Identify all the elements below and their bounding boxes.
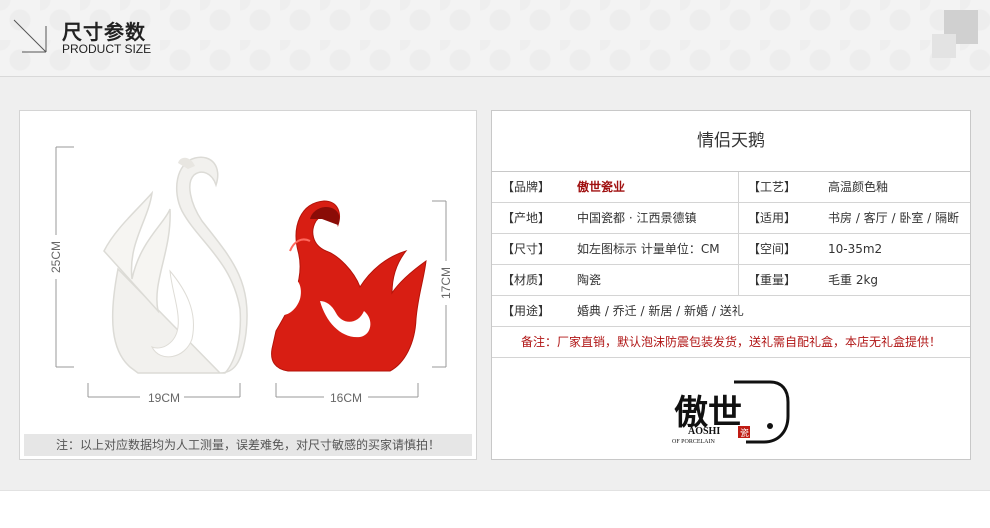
product-photo-panel: 25CM 19CM 17CM 16CM 注：以上对应数据均为人工测量，误差难免，… (19, 110, 477, 460)
material-value: 陶瓷 (577, 273, 602, 287)
space-value: 10-35m2 (828, 242, 883, 256)
bottom-band (0, 490, 990, 528)
brand-label: 【品牌】 (502, 180, 551, 194)
width-label-white: 19CM (148, 391, 180, 405)
aoshi-logo: 傲世 AOSHI OF PORCELAIN 瓷 (672, 380, 790, 445)
suitable-value: 书房 / 客厅 / 卧室 / 隔断 (828, 211, 960, 225)
width-label-red: 16CM (330, 391, 362, 405)
size-label: 【尺寸】 (502, 242, 551, 256)
weight-label: 【重量】 (748, 273, 797, 287)
logo-tagline: OF PORCELAIN (672, 439, 716, 445)
usage-label: 【用途】 (502, 304, 551, 318)
remark-text: 备注：厂家直销，默认泡沫防震包装发货，送礼需自配礼盒，本店无礼盒提供！ (492, 327, 970, 358)
spec-row: 【产地】 中国瓷都 · 江西景德镇 【适用】 书房 / 客厅 / 卧室 / 隔断 (492, 203, 970, 234)
spec-row: 【品牌】 傲世瓷业 【工艺】 高温颜色釉 (492, 172, 970, 203)
product-name: 情侣天鹅 (492, 111, 970, 172)
section-subtitle: PRODUCT SIZE (62, 42, 152, 56)
size-value: 如左图标示 计量单位：CM (577, 242, 720, 256)
product-photo: 25CM 19CM 17CM 16CM (46, 146, 456, 405)
craft-label: 【工艺】 (748, 180, 797, 194)
section-header: 尺寸参数 PRODUCT SIZE (0, 0, 990, 77)
corner-arrow-icon (13, 19, 47, 53)
spec-row: 【尺寸】 如左图标示 计量单位：CM 【空间】 10-35m2 (492, 234, 970, 265)
craft-value: 高温颜色釉 (828, 180, 889, 194)
measurement-note: 注：以上对应数据均为人工测量，误差难免，对尺寸敏感的买家请慎拍！ (24, 434, 472, 456)
usage-value: 婚典 / 乔迁 / 新居 / 新婚 / 送礼 (577, 304, 744, 318)
origin-value: 中国瓷都 · 江西景德镇 (577, 211, 697, 225)
height-label-white: 25CM (49, 241, 63, 273)
suitable-label: 【适用】 (748, 211, 797, 225)
weight-value: 毛重 2kg (828, 273, 879, 287)
height-label-red: 17CM (439, 267, 453, 299)
material-label: 【材质】 (502, 273, 551, 287)
white-swan (103, 156, 248, 374)
brand-value: 傲世瓷业 (577, 180, 626, 194)
logo-seal-char: 瓷 (740, 427, 749, 439)
logo-english: AOSHI (688, 426, 720, 437)
brand-logo-area: 傲世 AOSHI OF PORCELAIN 瓷 (492, 358, 970, 468)
origin-label: 【产地】 (502, 211, 551, 225)
decor-square-light (932, 34, 956, 58)
section-title: 尺寸参数 (62, 20, 146, 44)
spec-row-usage: 【用途】 婚典 / 乔迁 / 新居 / 新婚 / 送礼 (492, 296, 970, 327)
spec-panel: 情侣天鹅 【品牌】 傲世瓷业 【工艺】 高温颜色釉 【产地】 中国瓷都 · 江西… (491, 110, 971, 460)
spec-row: 【材质】 陶瓷 【重量】 毛重 2kg (492, 265, 970, 296)
space-label: 【空间】 (748, 242, 797, 256)
red-swan (271, 200, 427, 372)
